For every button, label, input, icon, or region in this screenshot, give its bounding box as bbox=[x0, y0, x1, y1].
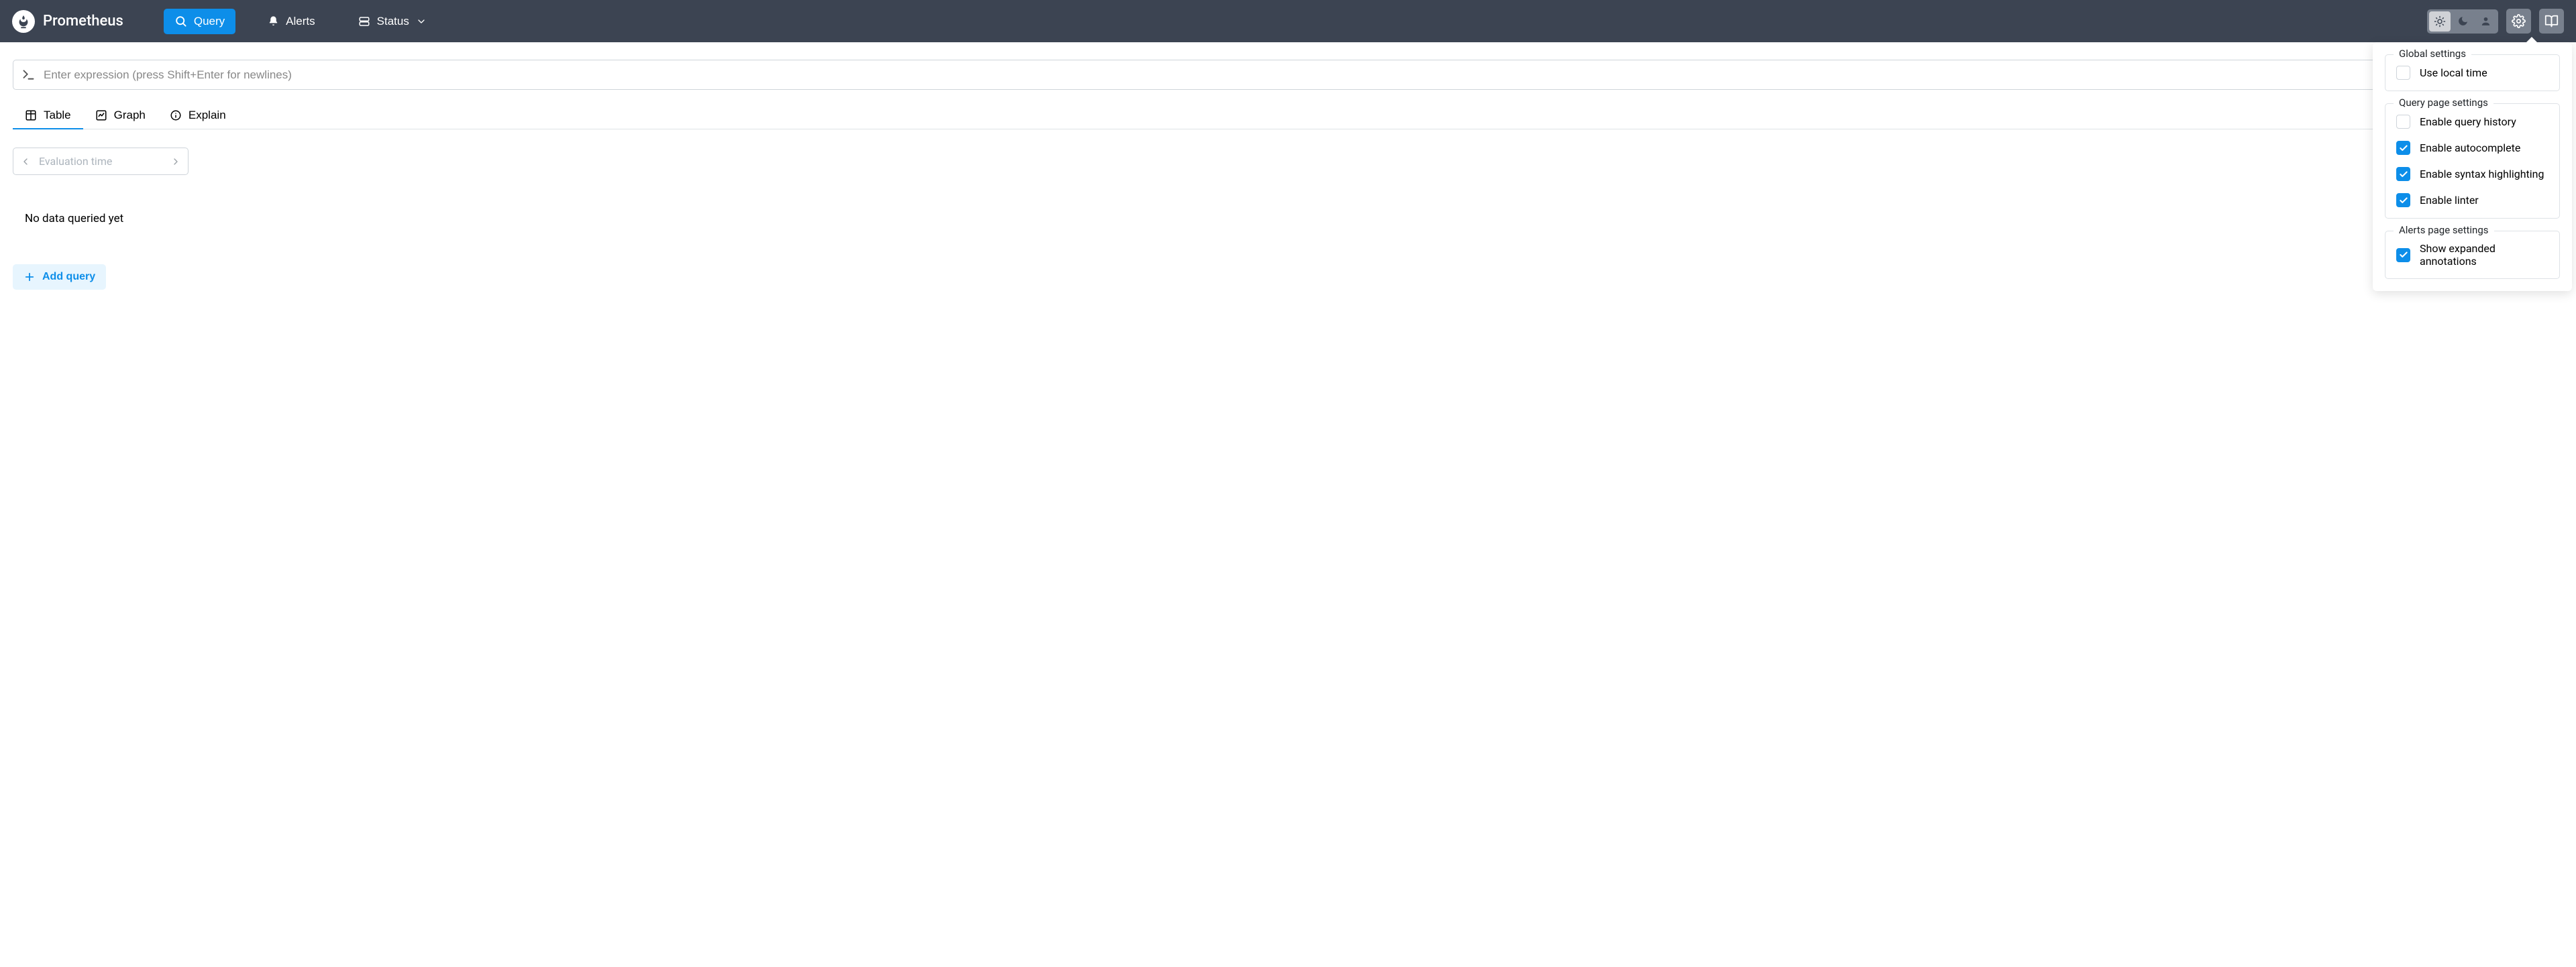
nav-alerts-button[interactable]: Alerts bbox=[257, 9, 325, 34]
local-time-label: Use local time bbox=[2420, 66, 2487, 79]
annotations-checkbox[interactable] bbox=[2396, 248, 2410, 262]
autocomplete-checkbox-row[interactable]: Enable autocomplete bbox=[2396, 141, 2548, 155]
book-icon bbox=[2544, 14, 2559, 28]
table-icon bbox=[25, 109, 37, 121]
annotations-label: Show expanded annotations bbox=[2420, 242, 2548, 268]
query-history-checkbox[interactable] bbox=[2396, 115, 2410, 129]
user-icon bbox=[2480, 15, 2491, 27]
chevron-right-icon bbox=[170, 156, 181, 167]
server-icon bbox=[358, 15, 370, 27]
settings-popover: Global settings Use local time Query pag… bbox=[2373, 42, 2572, 291]
syntax-label: Enable syntax highlighting bbox=[2420, 168, 2544, 180]
settings-button[interactable] bbox=[2506, 9, 2531, 34]
eval-time-next-button[interactable] bbox=[164, 148, 188, 174]
terminal-icon bbox=[21, 68, 36, 82]
search-icon bbox=[174, 15, 187, 27]
plus-icon bbox=[23, 271, 36, 283]
nav-status-button[interactable]: Status bbox=[347, 9, 437, 34]
theme-auto-button[interactable] bbox=[2475, 11, 2496, 32]
alerts-page-settings-legend: Alerts page settings bbox=[2394, 224, 2494, 236]
syntax-checkbox-row[interactable]: Enable syntax highlighting bbox=[2396, 167, 2548, 181]
nav-query-label: Query bbox=[194, 15, 225, 28]
theme-dark-button[interactable] bbox=[2452, 11, 2473, 32]
add-query-button[interactable]: Add query bbox=[13, 264, 106, 290]
linter-label: Enable linter bbox=[2420, 194, 2479, 207]
theme-light-button[interactable] bbox=[2429, 11, 2451, 32]
sun-icon bbox=[2434, 15, 2446, 27]
annotations-checkbox-row[interactable]: Show expanded annotations bbox=[2396, 242, 2548, 268]
prometheus-logo-icon bbox=[12, 10, 35, 33]
primary-nav: Query Alerts Status bbox=[164, 9, 437, 34]
tab-table[interactable]: Table bbox=[13, 102, 83, 129]
autocomplete-label: Enable autocomplete bbox=[2420, 141, 2520, 154]
brand[interactable]: Prometheus bbox=[12, 10, 123, 33]
add-query-label: Add query bbox=[42, 271, 95, 283]
tab-graph-label: Graph bbox=[114, 109, 146, 122]
expression-input[interactable] bbox=[44, 68, 2555, 82]
syntax-checkbox[interactable] bbox=[2396, 167, 2410, 181]
check-icon bbox=[2399, 250, 2408, 260]
expression-input-row bbox=[13, 60, 2563, 90]
query-page-settings-legend: Query page settings bbox=[2394, 97, 2493, 109]
app-header: Prometheus Query Alerts Status bbox=[0, 0, 2576, 42]
tab-graph[interactable]: Graph bbox=[83, 102, 158, 129]
evaluation-time-row: Evaluation time bbox=[13, 148, 2563, 175]
result-empty-state: No data queried yet bbox=[13, 212, 2563, 225]
local-time-checkbox-row[interactable]: Use local time bbox=[2396, 66, 2548, 80]
main-content: Table Graph Explain Evaluation time bbox=[0, 42, 2576, 307]
theme-switcher bbox=[2427, 9, 2498, 34]
tab-table-label: Table bbox=[44, 109, 71, 122]
linter-checkbox-row[interactable]: Enable linter bbox=[2396, 193, 2548, 207]
alerts-page-settings-fieldset: Alerts page settings Show expanded annot… bbox=[2385, 231, 2560, 279]
brand-title: Prometheus bbox=[43, 13, 123, 30]
eval-time-prev-button[interactable] bbox=[13, 148, 38, 174]
evaluation-time-picker[interactable]: Evaluation time bbox=[13, 148, 189, 175]
linter-checkbox[interactable] bbox=[2396, 193, 2410, 207]
check-icon bbox=[2399, 196, 2408, 205]
tab-explain[interactable]: Explain bbox=[158, 102, 238, 129]
result-tabs: Table Graph Explain bbox=[13, 102, 2563, 129]
info-icon bbox=[170, 109, 182, 121]
check-icon bbox=[2399, 144, 2408, 153]
query-history-label: Enable query history bbox=[2420, 115, 2516, 128]
nav-alerts-label: Alerts bbox=[286, 15, 315, 28]
chevron-left-icon bbox=[20, 156, 31, 167]
query-page-settings-fieldset: Query page settings Enable query history… bbox=[2385, 103, 2560, 219]
bell-icon bbox=[268, 15, 279, 27]
header-controls bbox=[2427, 9, 2564, 34]
tab-explain-label: Explain bbox=[189, 109, 226, 122]
moon-icon bbox=[2457, 15, 2469, 27]
gear-icon bbox=[2512, 14, 2526, 28]
eval-time-label: Evaluation time bbox=[38, 155, 164, 168]
global-settings-legend: Global settings bbox=[2394, 48, 2471, 60]
query-history-checkbox-row[interactable]: Enable query history bbox=[2396, 115, 2548, 129]
global-settings-fieldset: Global settings Use local time bbox=[2385, 54, 2560, 91]
nav-query-button[interactable]: Query bbox=[164, 9, 235, 34]
docs-button[interactable] bbox=[2539, 9, 2564, 34]
autocomplete-checkbox[interactable] bbox=[2396, 141, 2410, 155]
nav-status-label: Status bbox=[377, 15, 409, 28]
graph-icon bbox=[95, 109, 107, 121]
check-icon bbox=[2399, 170, 2408, 179]
chevron-down-icon bbox=[416, 16, 427, 27]
local-time-checkbox[interactable] bbox=[2396, 66, 2410, 80]
